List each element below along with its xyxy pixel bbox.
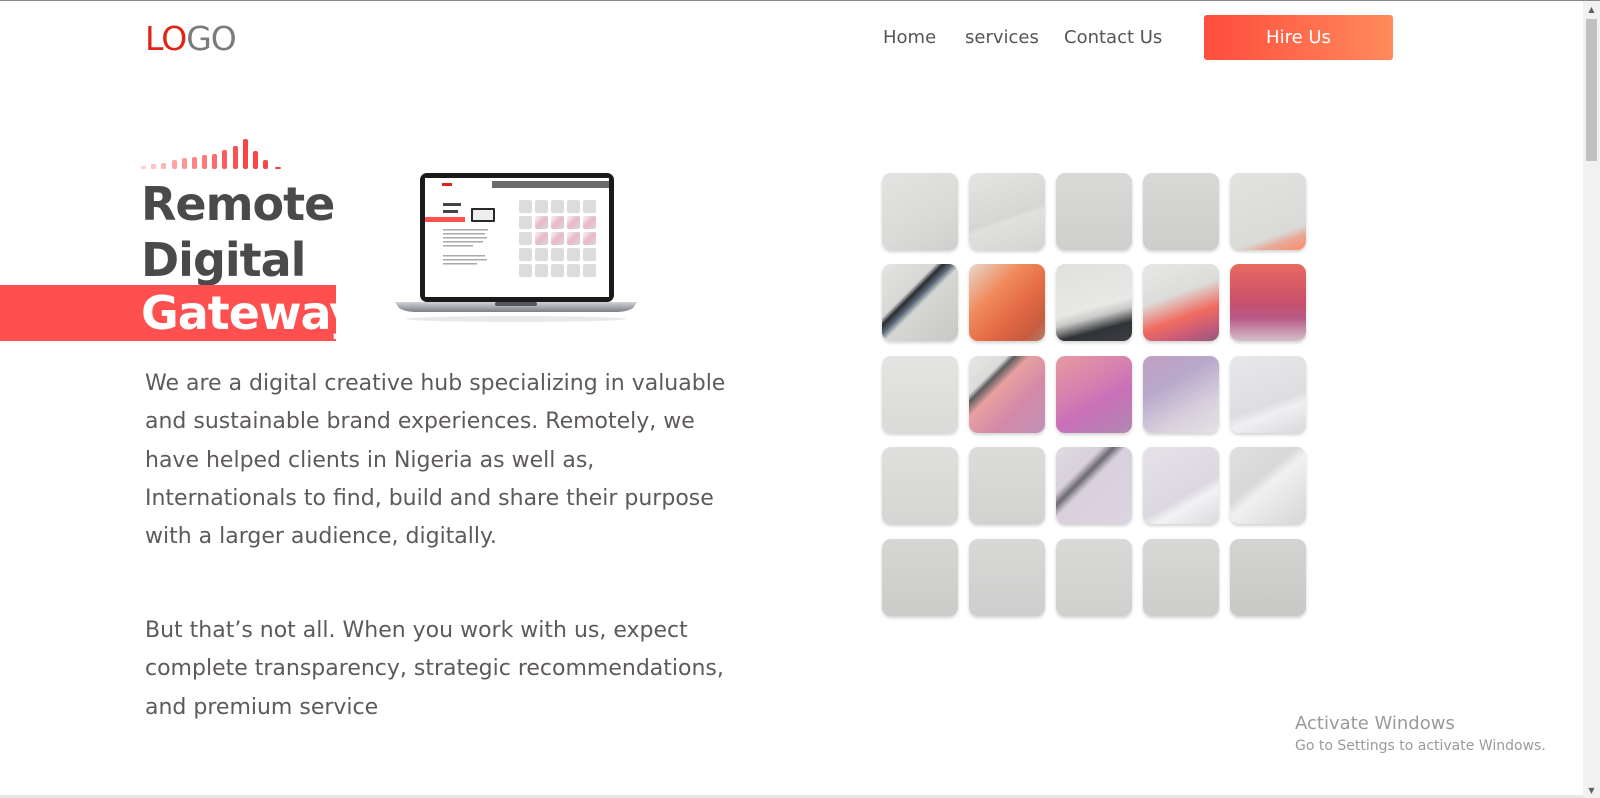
grid-tile <box>882 264 958 341</box>
vertical-scrollbar[interactable]: ▲ ▼ <box>1583 1 1600 798</box>
logo-part-red: LO <box>145 19 187 58</box>
scrollbar-thumb[interactable] <box>1586 19 1597 161</box>
sound-wave-icon <box>141 139 281 169</box>
intro-paragraph: We are a digital creative hub specializi… <box>145 371 726 550</box>
grid-tile <box>969 539 1045 616</box>
nav-services-link[interactable]: services <box>965 25 1039 51</box>
grid-tile <box>1056 356 1132 433</box>
activate-windows-title: Activate Windows <box>1295 713 1455 734</box>
laptop-mockup-image <box>395 173 637 322</box>
logo[interactable]: LOGO <box>145 19 237 59</box>
grid-tile <box>1143 356 1219 433</box>
grid-tile <box>882 356 958 433</box>
grid-tile <box>969 356 1045 433</box>
grid-tile <box>1056 173 1132 250</box>
grid-tile <box>1056 264 1132 341</box>
grid-tile <box>1056 447 1132 524</box>
grid-tile <box>882 447 958 524</box>
grid-tile <box>969 447 1045 524</box>
grid-tile <box>882 173 958 250</box>
activate-windows-watermark: Activate Windows Go to Settings to activ… <box>1295 712 1546 756</box>
landing-page: LOGO Home services Contact Us Hire Us Re… <box>0 0 1600 798</box>
product-tile-grid <box>882 173 1306 617</box>
grid-tile <box>882 539 958 616</box>
scroll-down-arrow-icon[interactable]: ▼ <box>1583 782 1600 798</box>
grid-tile <box>1230 264 1306 341</box>
grid-tile <box>969 264 1045 341</box>
grid-tile <box>1143 539 1219 616</box>
grid-tile <box>1143 264 1219 341</box>
hero-title-line-1: Remote <box>141 177 335 231</box>
logo-part-gray: GO <box>186 19 237 58</box>
hero-title-line-2: Digital <box>141 233 306 287</box>
hire-us-button[interactable]: Hire Us <box>1204 15 1393 60</box>
hero-title: Remote Digital <box>141 176 335 288</box>
grid-tile <box>1230 447 1306 524</box>
grid-tile <box>1230 539 1306 616</box>
nav-contact-link[interactable]: Contact Us <box>1064 25 1162 51</box>
scroll-up-arrow-icon[interactable]: ▲ <box>1583 1 1600 18</box>
grid-tile <box>1230 173 1306 250</box>
nav-home-link[interactable]: Home <box>883 25 936 51</box>
grid-tile <box>1143 173 1219 250</box>
grid-tile <box>1056 539 1132 616</box>
grid-tile <box>1230 356 1306 433</box>
grid-tile <box>1143 447 1219 524</box>
transparency-paragraph: But that’s not all. When you work with u… <box>145 618 724 720</box>
grid-tile <box>969 173 1045 250</box>
hero-title-line-3: Gateway <box>141 286 359 340</box>
activate-windows-subtitle: Go to Settings to activate Windows. <box>1295 738 1546 754</box>
